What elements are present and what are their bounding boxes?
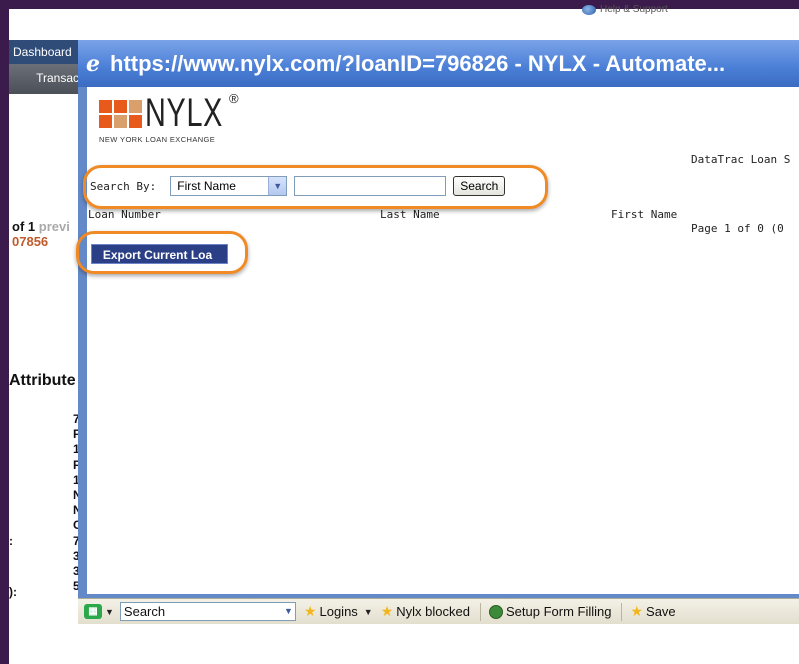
toolbar-logins-label: Logins xyxy=(319,604,358,619)
person-icon xyxy=(488,604,503,619)
background-colon-2: ): xyxy=(9,585,17,599)
popup-title-text: https://www.nylx.com/?loanID=796826 - NY… xyxy=(110,50,726,76)
star-icon: ★ xyxy=(303,603,317,619)
toolbar-logins-button[interactable]: ★ Logins ▼ xyxy=(304,603,373,620)
background-nav: Dashboard Transac xyxy=(9,40,89,98)
help-support-label: Help & Support xyxy=(600,4,668,15)
nav-tab-transactions[interactable]: Transac xyxy=(9,64,89,94)
export-current-loan-button[interactable]: Export Current Loa xyxy=(91,244,228,264)
toolbar-nylx-blocked-button[interactable]: ★ Nylx blocked xyxy=(381,603,470,620)
search-input[interactable] xyxy=(294,176,447,196)
pager-count: of 1 xyxy=(12,219,36,234)
star-icon: ★ xyxy=(630,603,644,619)
chevron-down-icon[interactable]: ▼ xyxy=(268,177,287,195)
chevron-down-icon[interactable]: ▼ xyxy=(105,607,114,617)
logo-registered-mark: ® xyxy=(229,91,239,106)
background-loan-number[interactable]: 07856 xyxy=(12,234,48,249)
toolbar-search-text: Search xyxy=(123,604,166,619)
background-colon-1: : xyxy=(9,534,13,548)
column-header-loan-number[interactable]: Loan Number xyxy=(88,208,161,221)
background-attributes-heading: Attribute xyxy=(9,372,76,389)
toolbar-setup-form-filling-button[interactable]: Setup Form Filling xyxy=(488,604,612,619)
toolbar-separator xyxy=(479,602,481,621)
globe-icon xyxy=(582,4,596,15)
toolbar-nylx-blocked-label: Nylx blocked xyxy=(396,604,470,619)
logo-wordmark: NYLX xyxy=(145,91,224,135)
outer-frame-left xyxy=(0,0,9,664)
help-support-link[interactable]: Help & Support xyxy=(582,4,668,15)
search-field-selected: First Name xyxy=(177,179,236,193)
toolbar-logo-icon[interactable]: ▦ xyxy=(84,604,102,619)
toolbar-save-button[interactable]: ★ Save xyxy=(630,603,675,620)
popup-content: NYLX ® NEW YORK LOAN EXCHANGE DataTrac L… xyxy=(87,87,799,594)
toolbar-search-box[interactable]: Search ▼ xyxy=(119,602,296,621)
toolbar-separator xyxy=(621,602,623,621)
search-button[interactable]: Search xyxy=(453,176,506,196)
background-pager: of 1 previ xyxy=(12,219,70,234)
search-field-select[interactable]: First Name ▼ xyxy=(170,176,288,196)
browser-toolbar: ▦ ▼ Search ▼ ★ Logins ▼ ★ Nylx blocked S… xyxy=(78,598,799,624)
nylx-logo: NYLX ® NEW YORK LOAN EXCHANGE xyxy=(99,91,254,144)
outer-frame-top xyxy=(0,0,799,9)
pager-previous-link[interactable]: previ xyxy=(39,219,70,234)
column-header-last-name[interactable]: Last Name xyxy=(380,208,440,221)
page-info: Page 1 of 0 (0 xyxy=(691,222,784,235)
star-icon: ★ xyxy=(380,603,394,619)
chevron-down-icon[interactable]: ▼ xyxy=(284,603,293,620)
datatrac-loan-label: DataTrac Loan S xyxy=(691,153,791,166)
toolbar-setup-form-filling-label: Setup Form Filling xyxy=(505,604,612,619)
internet-explorer-icon: e xyxy=(86,50,100,77)
chevron-down-icon: ▼ xyxy=(363,606,373,617)
nav-tab-dashboard[interactable]: Dashboard xyxy=(9,40,89,64)
popup-title-bar[interactable]: e https://www.nylx.com/?loanID=796826 - … xyxy=(78,40,799,87)
column-header-first-name[interactable]: First Name xyxy=(611,208,677,221)
logo-squares-icon xyxy=(99,100,142,128)
search-by-label: Search By: xyxy=(90,179,157,193)
search-bar: Search By: First Name ▼ Search xyxy=(90,176,506,196)
logo-subtitle: NEW YORK LOAN EXCHANGE xyxy=(99,135,216,144)
toolbar-save-label: Save xyxy=(646,604,676,619)
